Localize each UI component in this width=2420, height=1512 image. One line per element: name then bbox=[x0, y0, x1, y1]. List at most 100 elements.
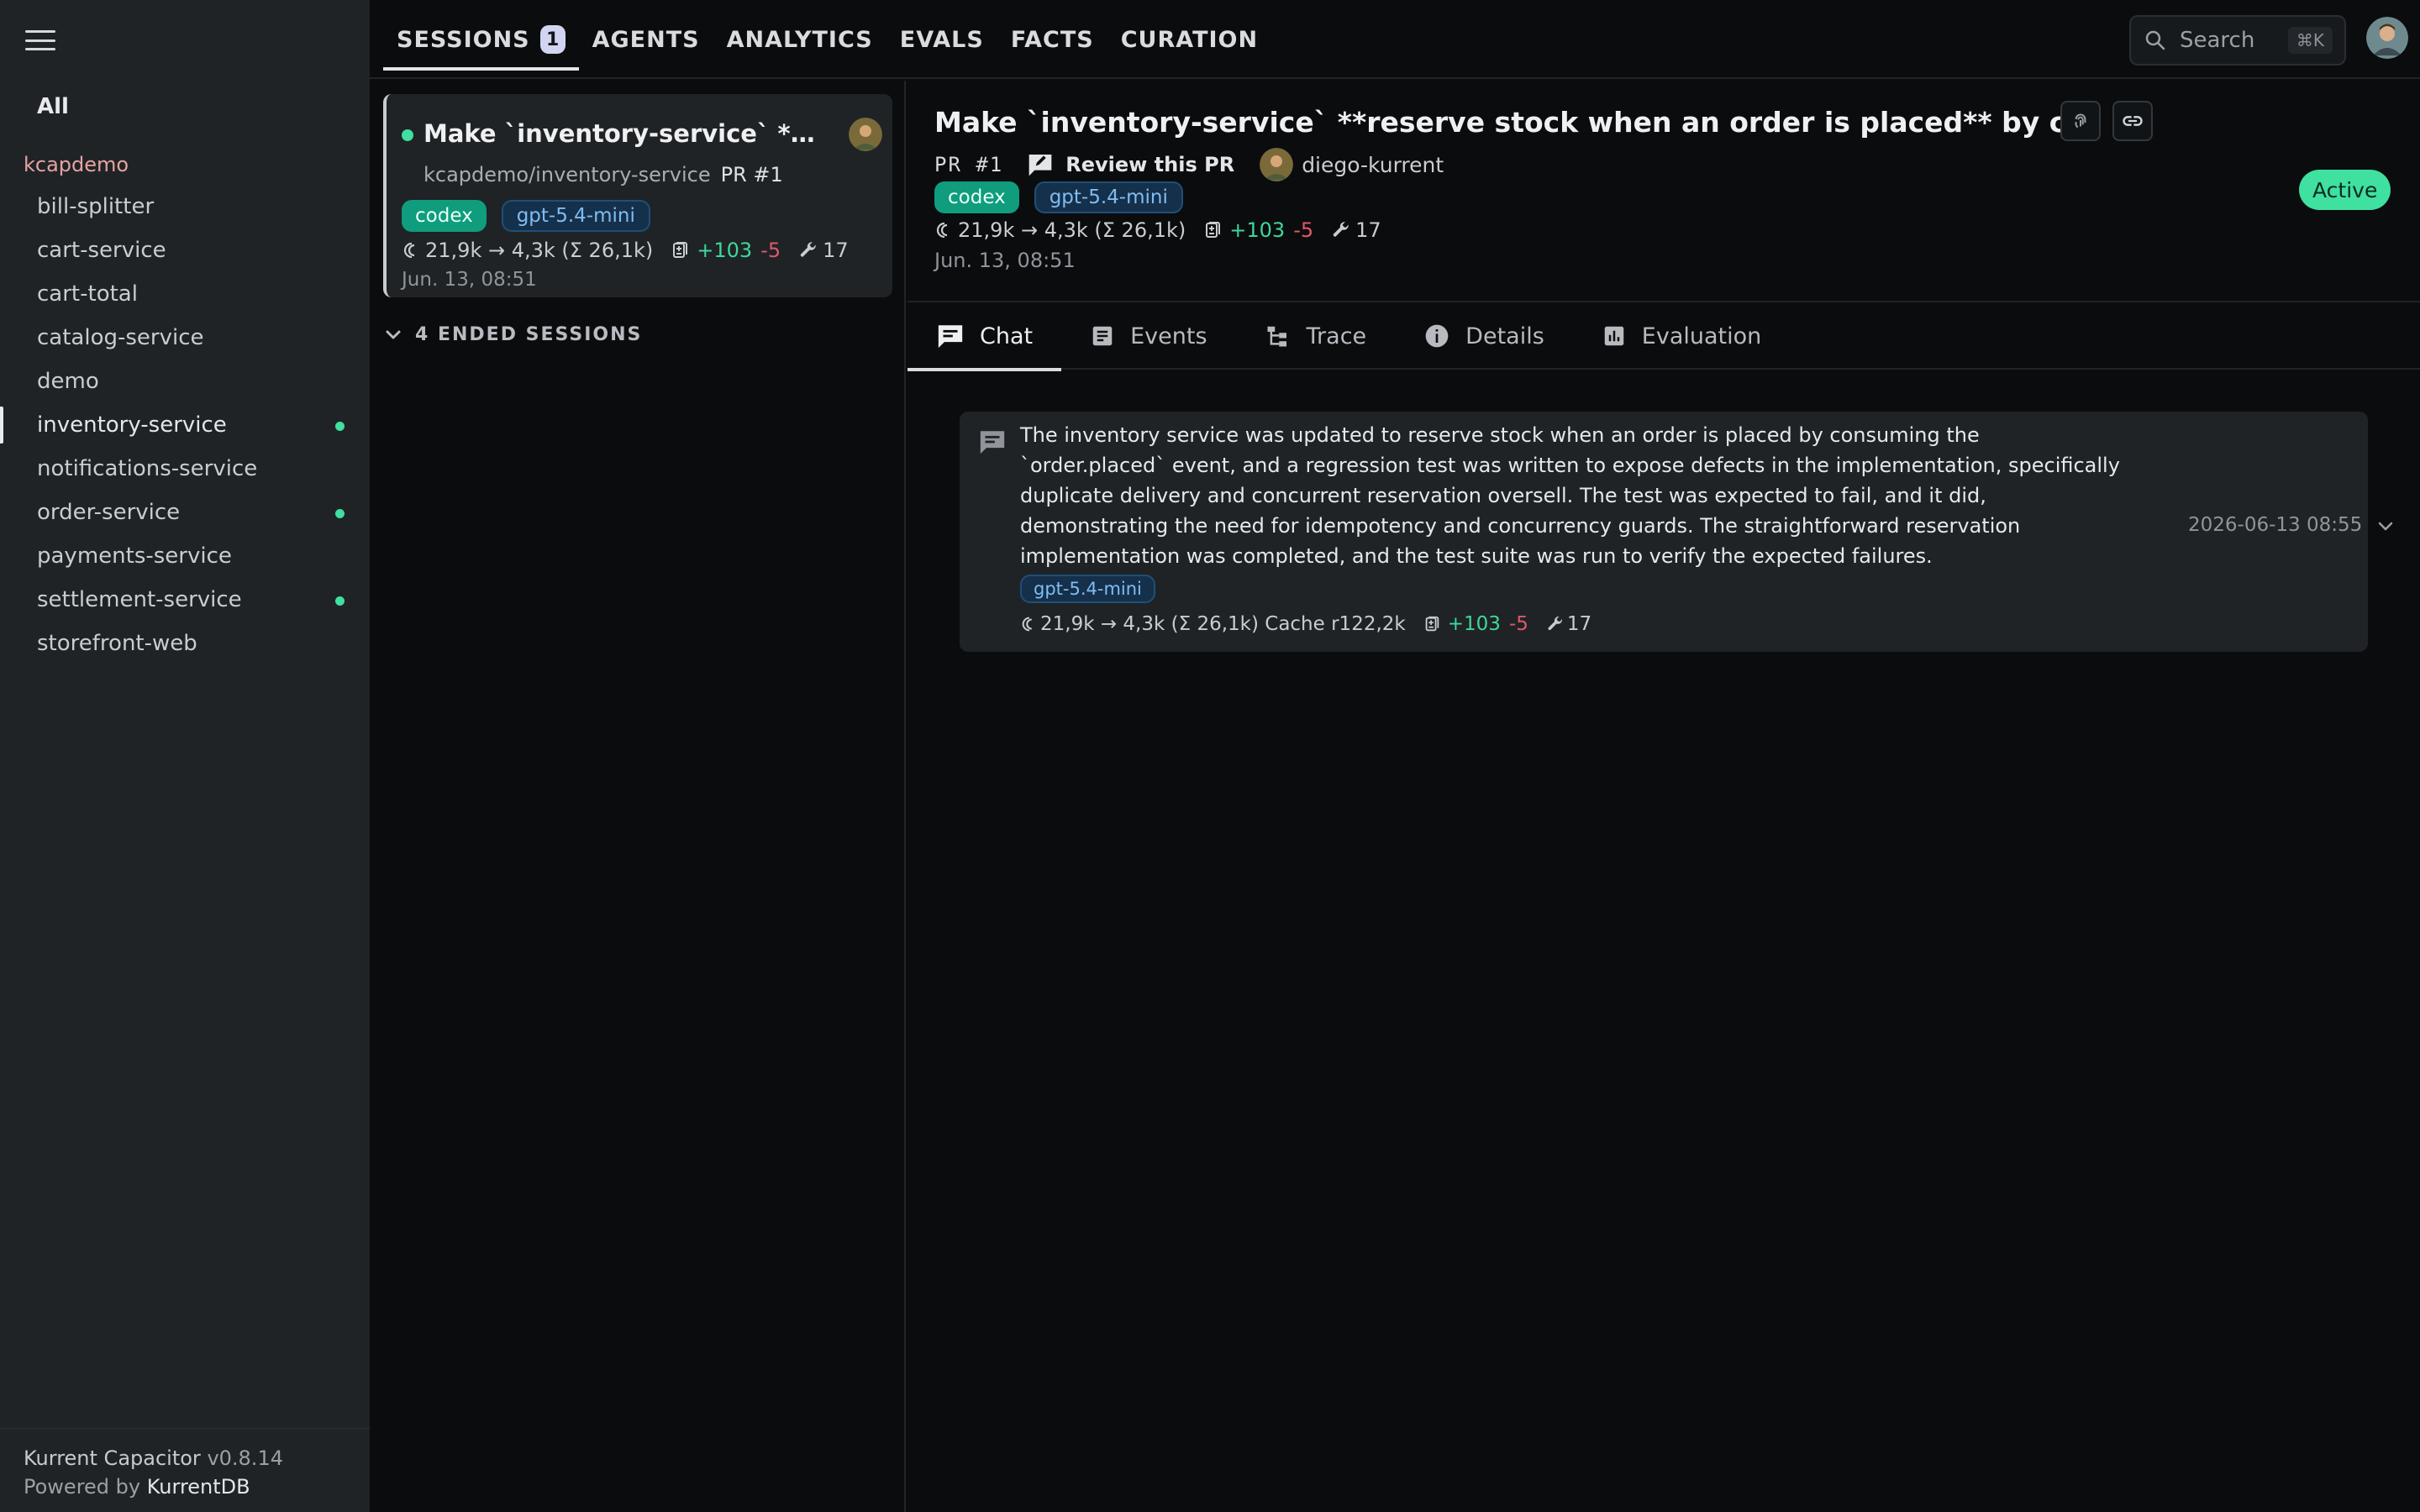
detail-stats: 21,9k → 4,3k (Σ 26,1k) +103 -5 17 bbox=[934, 218, 1381, 242]
agent-tag: codex bbox=[934, 181, 1019, 213]
sidebar-item-payments-service[interactable]: payments-service bbox=[0, 534, 370, 578]
detail-lines-removed: -5 bbox=[1293, 218, 1314, 242]
sidebar-item-label: cart-total bbox=[37, 281, 138, 307]
chat-message[interactable]: The inventory service was updated to res… bbox=[960, 412, 2393, 652]
ended-sessions-toggle[interactable]: 4 ENDED SESSIONS bbox=[385, 324, 642, 345]
pr-label[interactable]: PR #1 bbox=[934, 153, 1003, 176]
detail-tags: codex gpt-5.4-mini bbox=[934, 181, 1183, 213]
model-tag: gpt-5.4-mini bbox=[1034, 181, 1183, 213]
detail-title: Make `inventory-service` **reserve stock… bbox=[934, 106, 2111, 139]
sidebar-footer: Kurrent Capacitor v0.8.14 Powered by Kur… bbox=[0, 1428, 370, 1512]
tab-trace[interactable]: Trace bbox=[1236, 302, 1396, 370]
sidebar-item-cart-service[interactable]: cart-service bbox=[0, 228, 370, 272]
link-icon bbox=[2123, 116, 2143, 126]
message-tags: gpt-5.4-mini bbox=[1020, 575, 1155, 603]
tab-curation[interactable]: CURATION bbox=[1107, 0, 1271, 79]
tab-evals[interactable]: EVALS bbox=[886, 0, 997, 79]
pr-line: PR #1 Review this PR diego-kurrent bbox=[934, 148, 1444, 181]
fingerprint-button[interactable] bbox=[2060, 101, 2101, 141]
sessions-count-badge: 1 bbox=[539, 25, 566, 54]
sidebar-item-cart-total[interactable]: cart-total bbox=[0, 272, 370, 316]
sidebar-item-storefront-web[interactable]: storefront-web bbox=[0, 622, 370, 665]
tab-sessions-label: SESSIONS bbox=[397, 26, 530, 53]
top-bar: SESSIONS 1 AGENTS ANALYTICS EVALS FACTS … bbox=[370, 0, 2420, 79]
active-session-dot bbox=[335, 509, 345, 518]
model-tag: gpt-5.4-mini bbox=[501, 200, 650, 232]
file-diff-icon bbox=[1425, 616, 1439, 632]
search-placeholder: Search bbox=[2180, 28, 2255, 53]
message-timestamp: 2026-06-13 08:55 bbox=[2188, 514, 2363, 536]
wrench-icon bbox=[1548, 616, 1562, 631]
user-avatar[interactable] bbox=[2366, 17, 2408, 59]
powered-by-label: Powered by bbox=[24, 1475, 141, 1499]
author-username[interactable]: diego-kurrent bbox=[1302, 153, 1444, 177]
sidebar-item-catalog-service[interactable]: catalog-service bbox=[0, 316, 370, 360]
ended-sessions-label: 4 ENDED SESSIONS bbox=[415, 324, 643, 345]
search-input[interactable]: Search ⌘K bbox=[2129, 15, 2346, 66]
session-user-avatar bbox=[849, 118, 882, 151]
top-nav: SESSIONS 1 AGENTS ANALYTICS EVALS FACTS … bbox=[383, 0, 1271, 79]
sidebar-item-label: bill-splitter bbox=[37, 194, 155, 219]
bar-chart-icon bbox=[1604, 326, 1624, 346]
session-repo-name: kcapdemo/inventory-service bbox=[424, 163, 711, 186]
sidebar-item-demo[interactable]: demo bbox=[0, 360, 370, 403]
sidebar-item-label: notifications-service bbox=[37, 456, 258, 481]
sidebar-org-label[interactable]: kcapdemo bbox=[24, 153, 129, 176]
tab-details-label: Details bbox=[1465, 323, 1544, 349]
tab-sessions[interactable]: SESSIONS 1 bbox=[383, 0, 579, 79]
message-lines-removed: -5 bbox=[1508, 613, 1528, 635]
tab-details[interactable]: Details bbox=[1395, 302, 1573, 370]
session-pr[interactable]: PR #1 bbox=[721, 163, 783, 186]
session-stats: 21,9k → 4,3k (Σ 26,1k) +103 -5 17 bbox=[402, 239, 849, 262]
sidebar-item-order-service[interactable]: order-service bbox=[0, 491, 370, 534]
agent-tag: codex bbox=[402, 200, 487, 232]
sidebar: All kcapdemo bill-splitter cart-service ca… bbox=[0, 0, 370, 1512]
detail-tabs: Chat Events Trace Details Evaluation bbox=[908, 301, 2420, 371]
review-pr-link[interactable]: Review this PR bbox=[1065, 153, 1234, 176]
search-shortcut: ⌘K bbox=[2287, 27, 2333, 54]
sidebar-item-all[interactable]: All bbox=[37, 94, 69, 119]
wrench-icon bbox=[1333, 222, 1349, 237]
tokens-icon bbox=[403, 242, 415, 259]
sidebar-item-settlement-service[interactable]: settlement-service bbox=[0, 578, 370, 622]
chevron-down-icon[interactable] bbox=[2376, 521, 2395, 533]
sidebar-item-notifications-service[interactable]: notifications-service bbox=[0, 447, 370, 491]
session-tokens: 21,9k → 4,3k (Σ 26,1k) bbox=[425, 239, 654, 262]
sidebar-item-label: settlement-service bbox=[37, 587, 242, 612]
sidebar-item-label: storefront-web bbox=[37, 631, 197, 656]
session-card[interactable]: Make `inventory-service` **reserve stock… bbox=[383, 94, 892, 297]
active-session-dot bbox=[335, 422, 345, 431]
sidebar-item-label: order-service bbox=[37, 500, 181, 525]
detail-date: Jun. 13, 08:51 bbox=[934, 249, 1076, 272]
message-lines-added: +103 bbox=[1447, 613, 1501, 635]
tab-agents[interactable]: AGENTS bbox=[579, 0, 713, 79]
sidebar-item-inventory-service[interactable]: inventory-service bbox=[0, 403, 370, 447]
sidebar-item-bill-splitter[interactable]: bill-splitter bbox=[0, 185, 370, 228]
app-name: Kurrent Capacitor bbox=[24, 1446, 201, 1470]
model-tag: gpt-5.4-mini bbox=[1020, 575, 1155, 603]
tab-analytics[interactable]: ANALYTICS bbox=[713, 0, 886, 79]
message-icon bbox=[980, 431, 1005, 454]
sidebar-item-label: inventory-service bbox=[37, 412, 227, 438]
detail-lines-added: +103 bbox=[1229, 218, 1286, 242]
menu-icon[interactable] bbox=[25, 30, 55, 50]
fingerprint-icon bbox=[2075, 113, 2086, 129]
sidebar-item-label: cart-service bbox=[37, 238, 166, 263]
tab-facts[interactable]: FACTS bbox=[997, 0, 1107, 79]
tab-chat-label: Chat bbox=[980, 323, 1034, 349]
session-title: Make `inventory-service` **reserve stock… bbox=[424, 119, 827, 148]
active-session-dot bbox=[335, 596, 345, 606]
tab-trace-label: Trace bbox=[1306, 323, 1367, 349]
tab-events[interactable]: Events bbox=[1061, 302, 1235, 370]
status-badge: Active bbox=[2299, 170, 2391, 210]
copy-link-button[interactable] bbox=[2112, 101, 2153, 141]
tokens-icon bbox=[1022, 617, 1032, 632]
app-version: v0.8.14 bbox=[207, 1446, 283, 1470]
tab-chat[interactable]: Chat bbox=[908, 302, 1062, 371]
search-icon bbox=[2145, 30, 2165, 50]
author-avatar bbox=[1260, 148, 1294, 181]
tab-evaluation[interactable]: Evaluation bbox=[1573, 302, 1790, 370]
kurrentdb-link[interactable]: KurrentDB bbox=[147, 1475, 250, 1499]
events-icon bbox=[1092, 326, 1113, 346]
session-list-panel: Make `inventory-service` **reserve stock… bbox=[370, 81, 906, 1512]
